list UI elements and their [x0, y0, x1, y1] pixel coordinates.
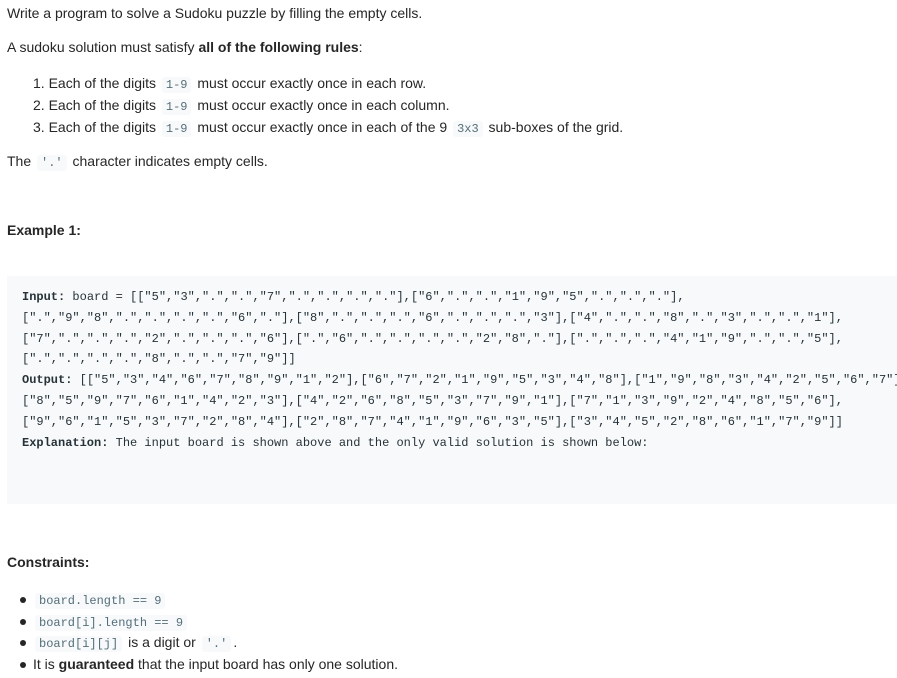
constraint-text: that the input board has only one soluti…: [134, 655, 398, 672]
rule-text: Each of the digits: [48, 119, 160, 135]
constraint-code: board.length == 9: [35, 593, 166, 609]
bullet-icon: [20, 618, 26, 625]
rule-code: 3x3: [453, 121, 483, 137]
rule-text: sub-boxes of the grid.: [484, 119, 624, 135]
rules-intro: A sudoku solution must satisfy all of th…: [7, 37, 363, 57]
example-code: Input: board = [["5","3",".",".","7","."…: [22, 287, 897, 453]
constraint-item: board.length == 9: [20, 589, 398, 611]
rules-intro-prefix: A sudoku solution must satisfy: [7, 39, 199, 55]
note-text: character indicates empty cells.: [68, 153, 268, 169]
rule-item: 1. Each of the digits 1-9 must occur exa…: [33, 72, 623, 94]
constraint-code: board[i].length == 9: [35, 614, 188, 631]
input-line: [".","9","8",".",".",".",".","6","."],["…: [22, 310, 843, 325]
rule-text: Each of the digits: [48, 75, 160, 91]
constraint-item: It is guaranteed that the input board ha…: [20, 654, 398, 676]
example-block: Input: board = [["5","3",".",".","7","."…: [7, 276, 897, 504]
bullet-icon: [20, 661, 26, 668]
rules-intro-bold: all of the following rules: [198, 39, 359, 55]
bullet-icon: [20, 597, 26, 603]
rule-number: 1.: [33, 75, 45, 91]
empty-cell-note: The '.' character indicates empty cells.: [7, 151, 268, 173]
constraint-item: board[i][j] is a digit or '.'.: [20, 632, 398, 654]
output-line: ["8","5","9","7","6","1","4","2","3"],["…: [22, 393, 843, 408]
constraint-text: .: [233, 634, 238, 650]
note-text: The: [7, 153, 36, 169]
constraint-text: It is: [33, 655, 59, 672]
input-label: Input:: [22, 290, 66, 304]
constraint-item: board[i].length == 9: [20, 611, 398, 633]
rule-code: 1-9: [161, 99, 192, 115]
input-line: [".",".",".",".","8",".",".","7","9"]]: [22, 352, 296, 367]
rule-item: 2. Each of the digits 1-9 must occur exa…: [33, 94, 623, 116]
input-line: ["7",".",".",".","2",".",".",".","6"],["…: [22, 331, 843, 346]
constraints-heading: Constraints:: [7, 554, 90, 570]
constraint-text: is a digit or: [124, 634, 200, 650]
dot-code: '.': [37, 155, 67, 171]
rule-number: 2.: [33, 97, 45, 113]
explanation-text: The input board is shown above and the o…: [108, 435, 649, 450]
rule-text: must occur exactly once in each of the 9: [193, 119, 452, 135]
rules-intro-suffix: :: [358, 39, 363, 55]
explanation-label: Explanation:: [22, 435, 109, 450]
example-heading: Example 1:: [7, 222, 81, 238]
rules-list: 1. Each of the digits 1-9 must occur exa…: [7, 72, 623, 138]
rule-text: Each of the digits: [48, 97, 160, 113]
constraint-code: board[i][j]: [35, 636, 123, 652]
constraints-list: board.length == 9 board[i].length == 9 b…: [7, 589, 398, 675]
rule-text: must occur exactly once in each column.: [193, 97, 450, 113]
constraint-bold: guaranteed: [58, 655, 135, 672]
rule-text: must occur exactly once in each row.: [193, 75, 427, 91]
problem-intro: Write a program to solve a Sudoku puzzle…: [7, 5, 423, 21]
input-line: board = [["5","3",".",".","7",".",".",".…: [65, 290, 685, 304]
rule-code: 1-9: [161, 121, 192, 137]
output-line: ["9","6","1","5","3","7","2","8","4"],["…: [22, 414, 843, 429]
rule-code: 1-9: [161, 77, 192, 93]
rule-item: 3. Each of the digits 1-9 must occur exa…: [33, 116, 623, 138]
output-label: Output:: [22, 373, 73, 388]
rule-number: 3.: [33, 119, 45, 135]
constraint-code: '.': [201, 636, 232, 652]
bullet-icon: [20, 640, 26, 646]
output-line: [["5","3","4","6","7","8","9","1","2"],[…: [72, 373, 897, 388]
